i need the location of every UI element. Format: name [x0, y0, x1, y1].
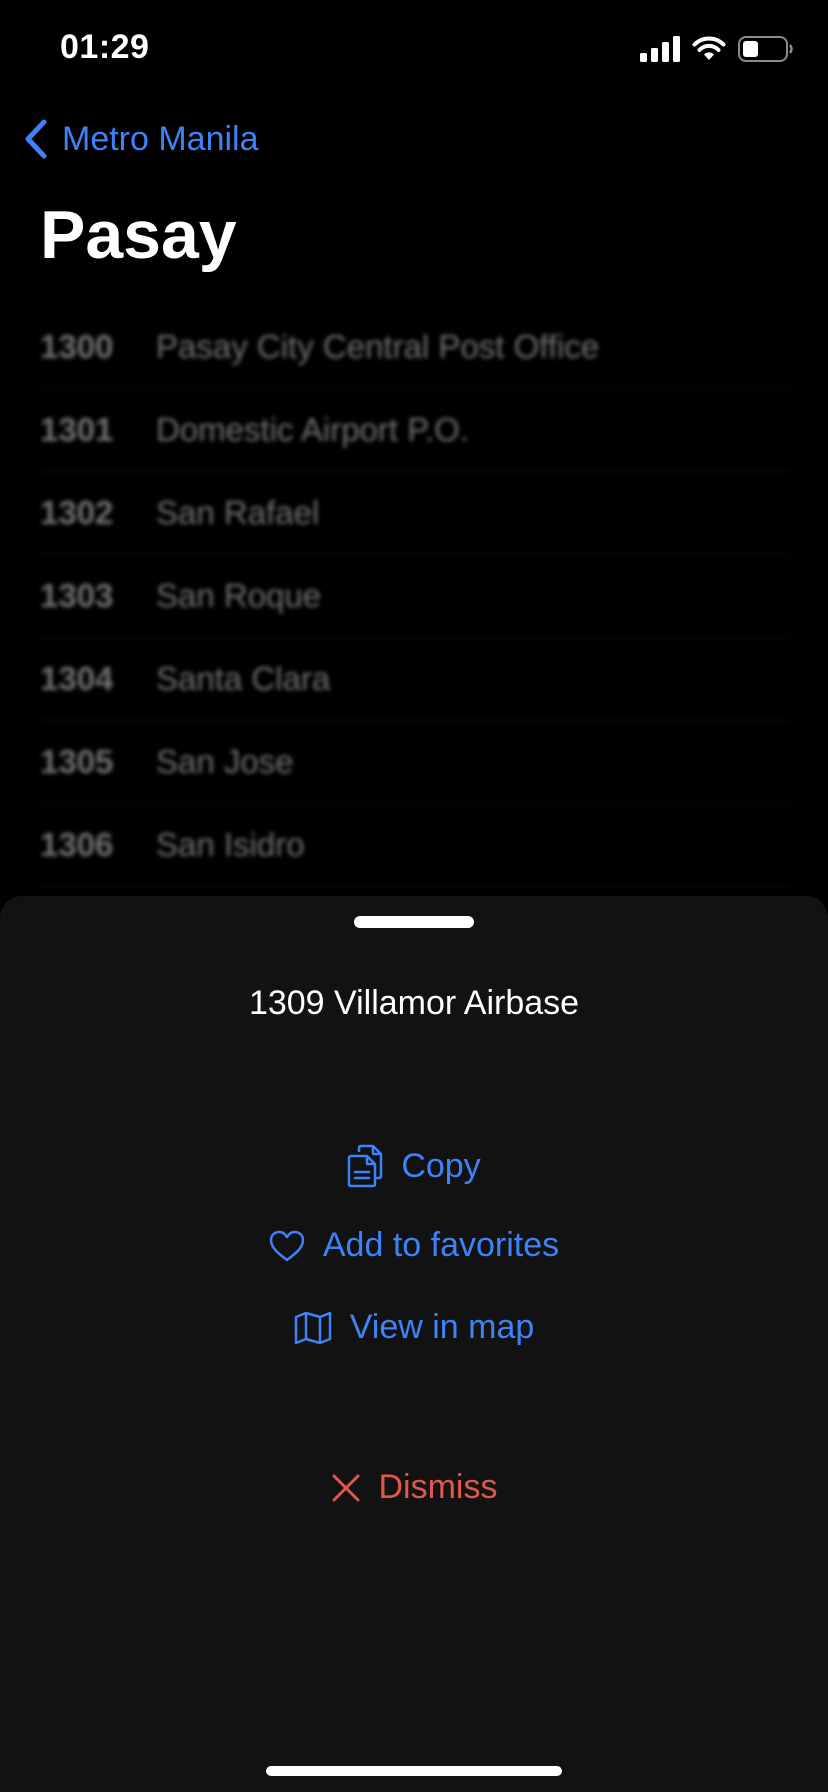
list-item[interactable]: 1303 San Roque: [40, 555, 790, 638]
view-in-map-button[interactable]: View in map: [0, 1308, 828, 1347]
postal-code-list: 1300 Pasay City Central Post Office 1301…: [40, 306, 790, 887]
sheet-title: 1309 Villamor Airbase: [248, 984, 580, 1022]
postal-code: 1306: [40, 826, 114, 863]
area-name: Domestic Airport P.O.: [156, 411, 470, 448]
postal-code-list-page: Metro Manila Pasay 1300 Pasay City Centr…: [0, 0, 828, 900]
copy-button-label: Copy: [401, 1146, 481, 1185]
map-icon: [294, 1311, 332, 1345]
list-item[interactable]: 1300 Pasay City Central Post Office: [40, 306, 790, 389]
add-to-favorites-label: Add to favorites: [322, 1226, 560, 1264]
postal-code: 1300: [40, 328, 114, 365]
back-button[interactable]: Metro Manila: [22, 118, 259, 160]
postal-code: 1302: [40, 494, 114, 531]
area-name: San Rafael: [156, 494, 320, 531]
dismiss-button-label: Dismiss: [378, 1468, 498, 1506]
page-title: Pasay: [40, 197, 237, 273]
copy-button[interactable]: Copy: [0, 1144, 828, 1188]
chevron-left-icon: [25, 119, 47, 159]
area-name: San Isidro: [156, 826, 305, 863]
list-item[interactable]: 1304 Santa Clara: [40, 638, 790, 721]
close-icon: [331, 1473, 361, 1503]
dismiss-button[interactable]: Dismiss: [0, 1468, 828, 1507]
view-in-map-label: View in map: [349, 1308, 535, 1346]
list-item[interactable]: 1301 Domestic Airport P.O.: [40, 389, 790, 472]
copy-icon: [347, 1144, 383, 1188]
list-item[interactable]: 1306 San Isidro: [40, 804, 790, 887]
home-indicator[interactable]: [266, 1766, 562, 1776]
area-name: Santa Clara: [156, 660, 331, 697]
add-to-favorites-button[interactable]: Add to favorites: [0, 1226, 828, 1265]
postal-code: 1303: [40, 577, 114, 614]
sheet-grabber[interactable]: [354, 916, 474, 928]
area-name: Pasay City Central Post Office: [156, 328, 600, 365]
postal-code: 1304: [40, 660, 114, 697]
list-item[interactable]: 1305 San Jose: [40, 721, 790, 804]
heart-icon: [269, 1230, 305, 1262]
postal-code: 1301: [40, 411, 114, 448]
postal-code: 1305: [40, 743, 114, 780]
back-button-label: Metro Manila: [62, 119, 259, 158]
area-name: San Jose: [156, 743, 294, 780]
list-item[interactable]: 1302 San Rafael: [40, 472, 790, 555]
screen: 01:29 Metro Manila Pasay 1300 Pasay City…: [0, 0, 828, 1792]
action-sheet: 1309 Villamor Airbase Copy Add to favori…: [0, 896, 828, 1792]
area-name: San Roque: [156, 577, 322, 614]
